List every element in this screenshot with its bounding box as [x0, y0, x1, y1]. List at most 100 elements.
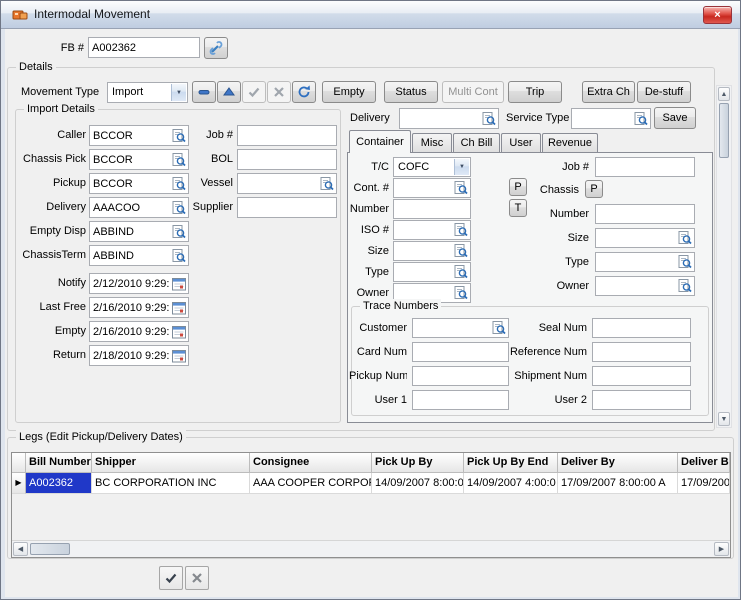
lookup-icon[interactable]: [171, 176, 187, 192]
up-button[interactable]: [217, 81, 241, 103]
cell-pick-up-by[interactable]: 14/09/2007 8:00:0: [372, 473, 464, 494]
job-number-input[interactable]: [238, 126, 336, 145]
lookup-icon[interactable]: [633, 111, 649, 127]
reference-num-field[interactable]: [592, 342, 691, 362]
shipment-num-field[interactable]: [592, 366, 691, 386]
cont-number-field[interactable]: [393, 178, 471, 198]
delivery-top-field[interactable]: [399, 108, 499, 129]
empty-date-field[interactable]: [89, 321, 189, 342]
job-number-field[interactable]: [237, 125, 337, 146]
calendar-icon[interactable]: [171, 324, 187, 340]
supplier-input[interactable]: [238, 198, 336, 217]
size-field[interactable]: [393, 241, 471, 261]
user1-input[interactable]: [413, 391, 508, 409]
multi-cont-button[interactable]: Multi Cont: [442, 81, 504, 103]
chassis-number-field[interactable]: [595, 204, 695, 224]
bol-field[interactable]: [237, 149, 337, 170]
movement-type-select[interactable]: Import ▼: [107, 82, 188, 103]
card-num-input[interactable]: [413, 343, 508, 361]
trip-button[interactable]: Trip: [508, 81, 562, 103]
tab-ch-bill[interactable]: Ch Bill: [453, 133, 500, 152]
cell-shipper[interactable]: BC CORPORATION INC: [92, 473, 250, 494]
lookup-icon[interactable]: [171, 152, 187, 168]
service-type-field[interactable]: [571, 108, 651, 129]
scrollbar-thumb[interactable]: [30, 543, 70, 555]
calendar-icon[interactable]: [171, 300, 187, 316]
return-field[interactable]: [89, 345, 189, 366]
de-stuff-button[interactable]: De-stuff: [637, 81, 691, 103]
fb-link-button[interactable]: [204, 37, 228, 59]
lookup-icon[interactable]: [171, 128, 187, 144]
pickup-field[interactable]: [89, 173, 189, 194]
lookup-icon[interactable]: [453, 243, 469, 259]
scroll-up-button[interactable]: ▲: [718, 87, 730, 101]
lookup-icon[interactable]: [171, 200, 187, 216]
customer-field[interactable]: [412, 318, 509, 338]
tab-misc[interactable]: Misc: [412, 133, 452, 152]
pickup-num-input[interactable]: [413, 367, 508, 385]
legs-grid[interactable]: Bill Number Shipper Consignee Pick Up By…: [11, 452, 731, 558]
cell-bill-number[interactable]: A002362: [26, 473, 92, 494]
lookup-icon[interactable]: [171, 248, 187, 264]
delivery-field[interactable]: [89, 197, 189, 218]
scroll-left-button[interactable]: ◀: [13, 542, 28, 556]
chassis-owner-field[interactable]: [595, 276, 695, 296]
chassis-job-input[interactable]: [596, 158, 694, 176]
col-bill-number[interactable]: Bill Number: [26, 453, 92, 473]
bol-input[interactable]: [238, 150, 336, 169]
shipment-num-input[interactable]: [593, 367, 690, 385]
lookup-icon[interactable]: [677, 278, 693, 294]
chassis-p-button[interactable]: P: [585, 180, 603, 198]
tab-revenue[interactable]: Revenue: [542, 133, 598, 152]
scroll-right-button[interactable]: ▶: [714, 542, 729, 556]
fb-field[interactable]: [88, 37, 200, 58]
chassis-job-field[interactable]: [595, 157, 695, 177]
lookup-icon[interactable]: [481, 111, 497, 127]
card-num-field[interactable]: [412, 342, 509, 362]
lookup-icon[interactable]: [677, 230, 693, 246]
calendar-icon[interactable]: [171, 348, 187, 364]
lookup-icon[interactable]: [171, 224, 187, 240]
legs-grid-row[interactable]: ▶ A002362 BC CORPORATION INC AAA COOPER …: [12, 473, 730, 494]
cell-deliver-by[interactable]: 17/09/2007 8:00:00 A: [558, 473, 678, 494]
confirm-button[interactable]: [242, 81, 266, 103]
lookup-icon[interactable]: [453, 222, 469, 238]
chassis-term-field[interactable]: [89, 245, 189, 266]
tab-container[interactable]: Container: [349, 130, 411, 153]
lookup-icon[interactable]: [453, 264, 469, 280]
cell-consignee[interactable]: AAA COOPER CORPOR: [250, 473, 372, 494]
status-button[interactable]: Status: [384, 81, 438, 103]
col-shipper[interactable]: Shipper: [92, 453, 250, 473]
details-vertical-scrollbar[interactable]: ▲ ▼: [716, 85, 732, 428]
t-button[interactable]: T: [509, 199, 527, 217]
cell-pick-up-by-end[interactable]: 14/09/2007 4:00:0: [464, 473, 558, 494]
tc-select[interactable]: COFC ▼: [393, 157, 471, 177]
lookup-icon[interactable]: [677, 254, 693, 270]
chassis-type-field[interactable]: [595, 252, 695, 272]
legs-cancel-button[interactable]: [185, 566, 209, 590]
seal-num-field[interactable]: [592, 318, 691, 338]
supplier-field[interactable]: [237, 197, 337, 218]
pickup-num-field[interactable]: [412, 366, 509, 386]
grid-horizontal-scrollbar[interactable]: ◀ ▶: [12, 540, 730, 557]
user2-input[interactable]: [593, 391, 690, 409]
close-button[interactable]: ×: [703, 6, 732, 24]
cancel-button[interactable]: [267, 81, 291, 103]
chassis-size-field[interactable]: [595, 228, 695, 248]
legs-confirm-button[interactable]: [159, 566, 183, 590]
lookup-icon[interactable]: [453, 285, 469, 301]
type-field[interactable]: [393, 262, 471, 282]
reference-num-input[interactable]: [593, 343, 690, 361]
scrollbar-thumb[interactable]: [719, 103, 729, 158]
col-deliver-by-end[interactable]: Deliver By: [678, 453, 730, 473]
vessel-field[interactable]: [237, 173, 337, 194]
user2-field[interactable]: [592, 390, 691, 410]
col-deliver-by[interactable]: Deliver By: [558, 453, 678, 473]
notify-field[interactable]: [89, 273, 189, 294]
scroll-down-button[interactable]: ▼: [718, 412, 730, 426]
empty-disp-field[interactable]: [89, 221, 189, 242]
lookup-icon[interactable]: [453, 180, 469, 196]
chassis-pick-field[interactable]: [89, 149, 189, 170]
tab-user[interactable]: User: [501, 133, 541, 152]
number-input[interactable]: [394, 200, 470, 218]
